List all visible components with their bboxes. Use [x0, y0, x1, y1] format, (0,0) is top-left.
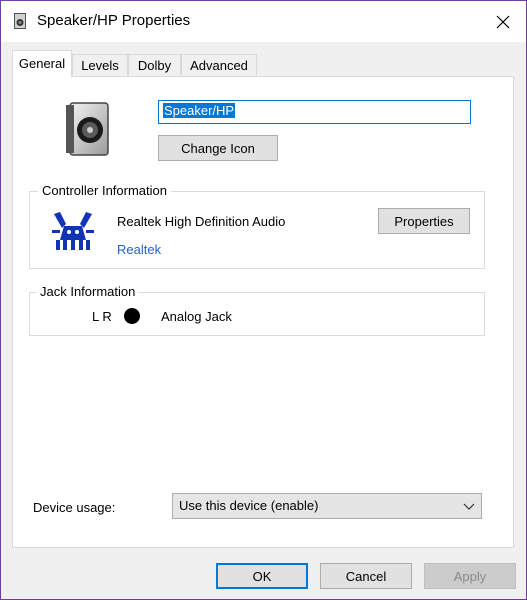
device-usage-value: Use this device (enable) [179, 498, 319, 513]
chevron-down-icon [463, 503, 475, 510]
change-icon-button[interactable]: Change Icon [158, 135, 278, 161]
tab-advanced[interactable]: Advanced [181, 54, 257, 75]
device-usage-label: Device usage: [33, 500, 116, 515]
jack-channels: L R [92, 309, 112, 324]
tab-dolby[interactable]: Dolby [128, 54, 181, 75]
tab-general[interactable]: General [12, 50, 72, 77]
window-title: Speaker/HP Properties [37, 12, 191, 29]
apply-button[interactable]: Apply [424, 563, 516, 589]
ok-button[interactable]: OK [216, 563, 308, 589]
device-name-field[interactable]: Speaker/HP [158, 100, 471, 124]
jack-type: Analog Jack [161, 309, 232, 324]
close-icon [496, 15, 510, 28]
controller-information-group: Controller Information Realtek High Defi… [29, 183, 485, 269]
jack-information-group: Jack Information L R Analog Jack [29, 284, 485, 336]
title-bar[interactable]: Speaker/HP Properties [1, 1, 526, 42]
speaker-icon [14, 13, 26, 29]
controller-properties-button[interactable]: Properties [378, 208, 470, 234]
realtek-logo [52, 212, 94, 250]
device-usage-select[interactable]: Use this device (enable) [172, 493, 482, 519]
tab-levels[interactable]: Levels [72, 54, 128, 75]
group-title: Jack Information [36, 284, 140, 299]
device-name-value: Speaker/HP [163, 103, 236, 118]
controller-vendor: Realtek [117, 242, 162, 257]
general-tab-panel: Speaker/HP Change Icon Controller Inform… [12, 76, 514, 548]
close-button[interactable] [480, 1, 526, 42]
controller-name: Realtek High Definition Audio [117, 214, 286, 229]
group-title: Controller Information [38, 183, 171, 198]
properties-dialog: Speaker/HP Properties General Levels Dol… [0, 0, 527, 600]
jack-color-dot [124, 308, 140, 324]
cancel-button[interactable]: Cancel [320, 563, 412, 589]
speaker-icon [66, 102, 109, 156]
